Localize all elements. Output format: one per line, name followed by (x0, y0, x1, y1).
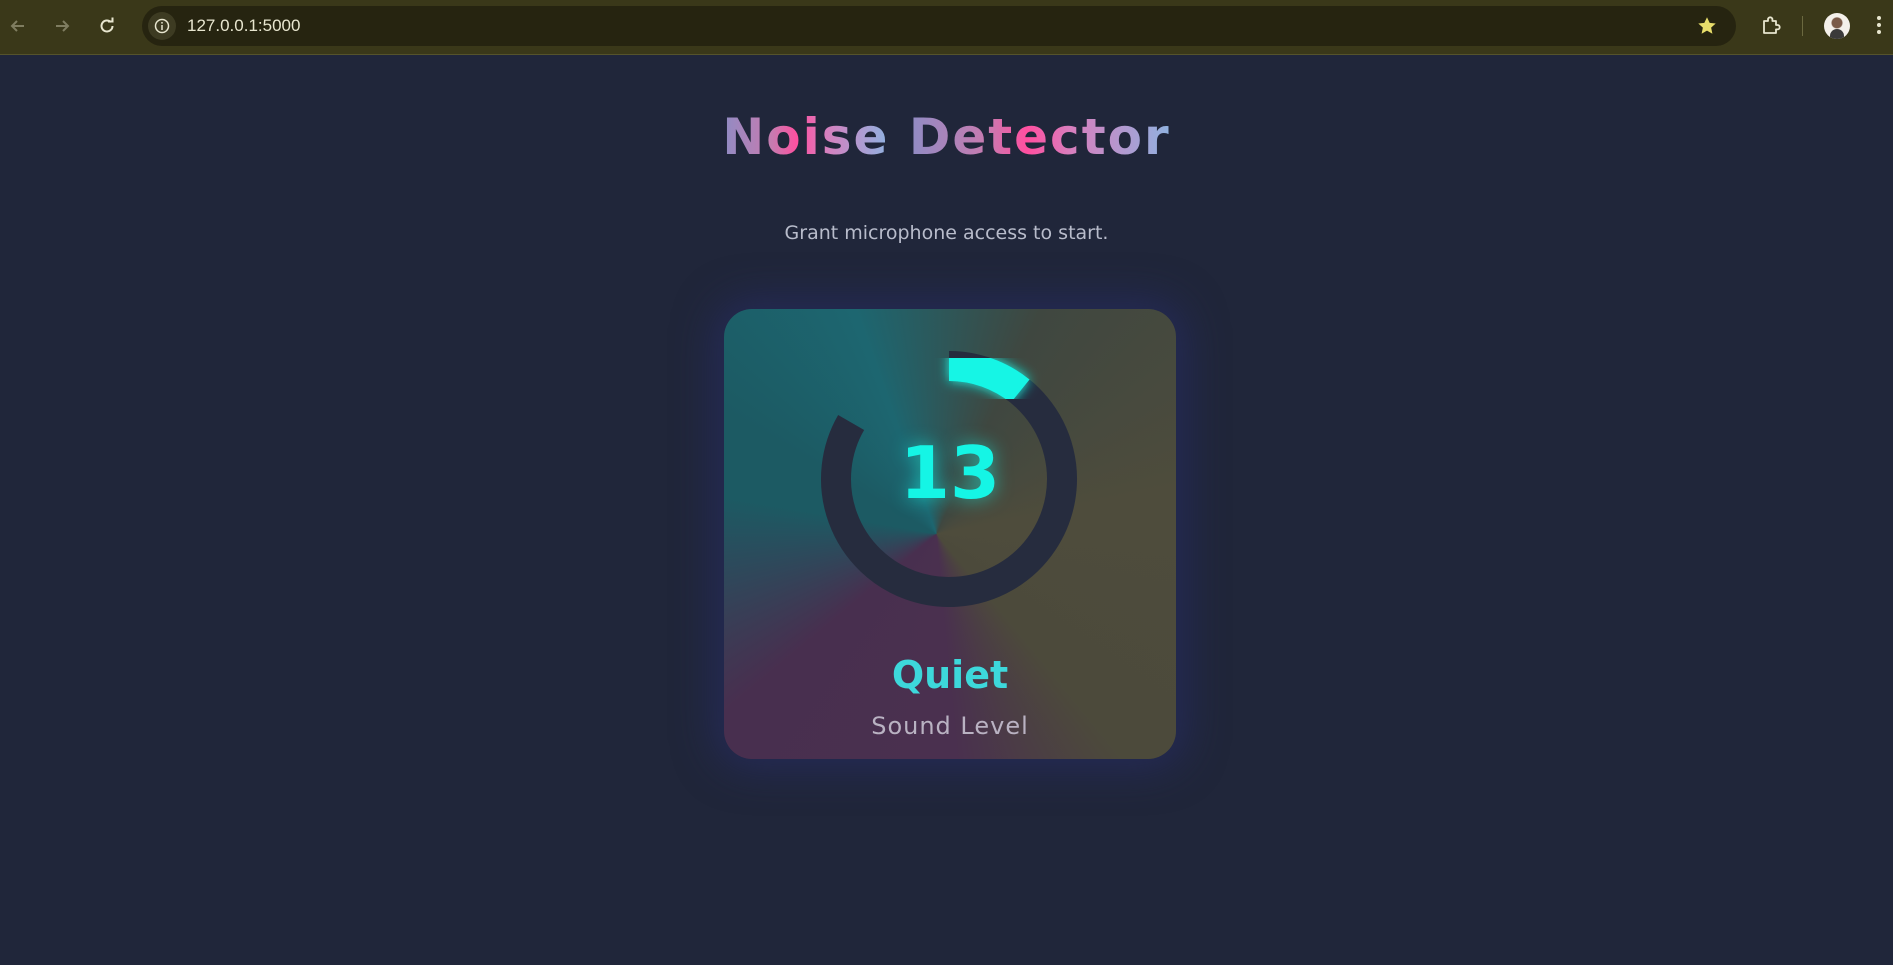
url-text[interactable]: 127.0.0.1:5000 (187, 6, 300, 46)
title-word-noise: Noise (722, 108, 890, 166)
sound-level-caption: Sound Level (871, 712, 1029, 740)
bookmark-star-icon[interactable] (1696, 15, 1718, 37)
info-icon (154, 18, 170, 34)
forward-button[interactable] (48, 12, 76, 40)
forward-arrow-icon (56, 20, 70, 32)
browser-toolbar: 127.0.0.1:5000 (0, 0, 1893, 55)
kebab-menu-icon[interactable] (1874, 14, 1884, 38)
site-info-button[interactable] (148, 12, 176, 40)
back-button[interactable] (4, 12, 32, 40)
sound-level-value: 13 (899, 431, 1001, 515)
toolbar-divider (1802, 16, 1803, 36)
address-bar[interactable]: 127.0.0.1:5000 (142, 6, 1736, 46)
reload-icon (100, 17, 114, 33)
title-word-detector: Detector (908, 108, 1171, 166)
sound-status-label: Quiet (891, 653, 1009, 697)
gauge-fill (948, 351, 1030, 404)
reload-button[interactable] (93, 12, 121, 40)
back-arrow-icon (10, 20, 24, 32)
status-message: Grant microphone access to start. (784, 222, 1109, 244)
noise-meter-card: 13 Quiet Sound Level (724, 309, 1176, 759)
profile-avatar[interactable] (1824, 13, 1850, 39)
extensions-puzzle-icon[interactable] (1757, 12, 1785, 40)
page-title: Noise Detector (0, 108, 1893, 166)
